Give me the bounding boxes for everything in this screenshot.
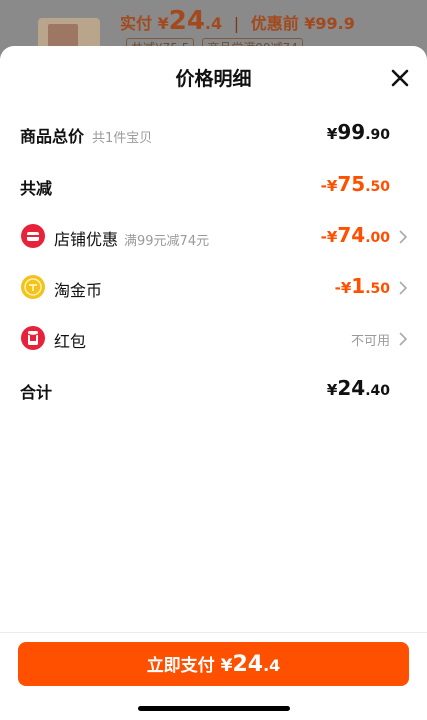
total-reduction-amount: -¥75.50	[321, 172, 390, 196]
red-packet-status: 不可用	[350, 334, 390, 349]
price-detail-sheet: 价格明细 商品总价 共1件宝贝 ¥99.90 共减 -¥75.50 店铺优惠 满99…	[0, 46, 427, 720]
goods-total-text: 商品总价	[20, 127, 85, 146]
gold-coin-amount: -¥1.50	[335, 274, 390, 298]
pay-int: 24	[232, 652, 264, 677]
currency-symbol: -¥	[320, 177, 338, 195]
currency-symbol: ¥	[326, 381, 338, 399]
sum-label: 合计	[20, 383, 53, 402]
footer-divider	[0, 632, 427, 633]
before-label: 优惠前	[250, 14, 299, 33]
amount-dec: .00	[365, 230, 390, 246]
paid-yen: ¥	[157, 14, 169, 33]
separator: |	[233, 14, 240, 33]
amount-dec: .50	[365, 179, 390, 195]
pay-yen: ¥	[220, 656, 233, 676]
amount-dec: .40	[365, 383, 390, 399]
gold-coin-row[interactable]: 淘金币 -¥1.50	[20, 272, 408, 302]
red-packet-row[interactable]: 红包 不可用	[20, 323, 408, 353]
goods-total-label: 商品总价 共1件宝贝	[20, 123, 152, 147]
sum-row: 合计 ¥24.40	[20, 374, 408, 404]
amount-int: 1	[351, 274, 366, 298]
shop-discount-note: 满99元减74元	[124, 234, 210, 249]
close-icon[interactable]	[388, 66, 412, 90]
shop-discount-icon	[20, 223, 46, 249]
amount-dec: .90	[365, 127, 390, 143]
goods-total-row: 商品总价 共1件宝贝 ¥99.90	[20, 118, 408, 148]
background-price: 实付 ¥24.4 | 优惠前 ¥99.9	[120, 6, 355, 36]
shop-discount-row[interactable]: 店铺优惠 满99元减74元 -¥74.00	[20, 221, 408, 251]
total-reduction-row: 共减 -¥75.50	[20, 170, 408, 200]
gold-coin-icon	[20, 274, 46, 300]
currency-symbol: -¥	[334, 279, 352, 297]
sum-amount: ¥24.40	[327, 376, 390, 400]
total-reduction-label: 共减	[20, 179, 53, 198]
red-packet-label: 红包	[54, 332, 87, 351]
pay-now-button[interactable]: 立即支付 ¥24.4	[18, 642, 409, 686]
paid-prefix: 实付	[120, 14, 153, 33]
item-count-note: 共1件宝贝	[92, 131, 153, 146]
gold-coin-label: 淘金币	[54, 281, 103, 300]
amount-int: 99	[337, 120, 366, 144]
chevron-right-icon	[398, 280, 408, 295]
currency-symbol: ¥	[326, 125, 338, 143]
pay-dec: .4	[263, 656, 281, 675]
red-packet-icon	[20, 325, 46, 351]
home-indicator	[138, 706, 290, 711]
currency-symbol: -¥	[320, 228, 338, 246]
shop-discount-amount: -¥74.00	[321, 223, 390, 247]
amount-dec: .50	[365, 281, 390, 297]
sheet-title: 价格明细	[175, 68, 252, 90]
paid-dec: .4	[204, 14, 223, 33]
paid-int: 24	[168, 6, 205, 36]
shop-discount-label: 店铺优惠	[54, 230, 119, 249]
chevron-right-icon	[398, 229, 408, 244]
amount-int: 75	[337, 172, 366, 196]
amount-int: 24	[337, 376, 366, 400]
amount-int: 74	[337, 223, 366, 247]
pay-label: 立即支付	[146, 656, 215, 676]
before-price: ¥99.9	[304, 14, 355, 33]
goods-total-amount: ¥99.90	[327, 120, 390, 144]
chevron-right-icon	[398, 331, 408, 346]
